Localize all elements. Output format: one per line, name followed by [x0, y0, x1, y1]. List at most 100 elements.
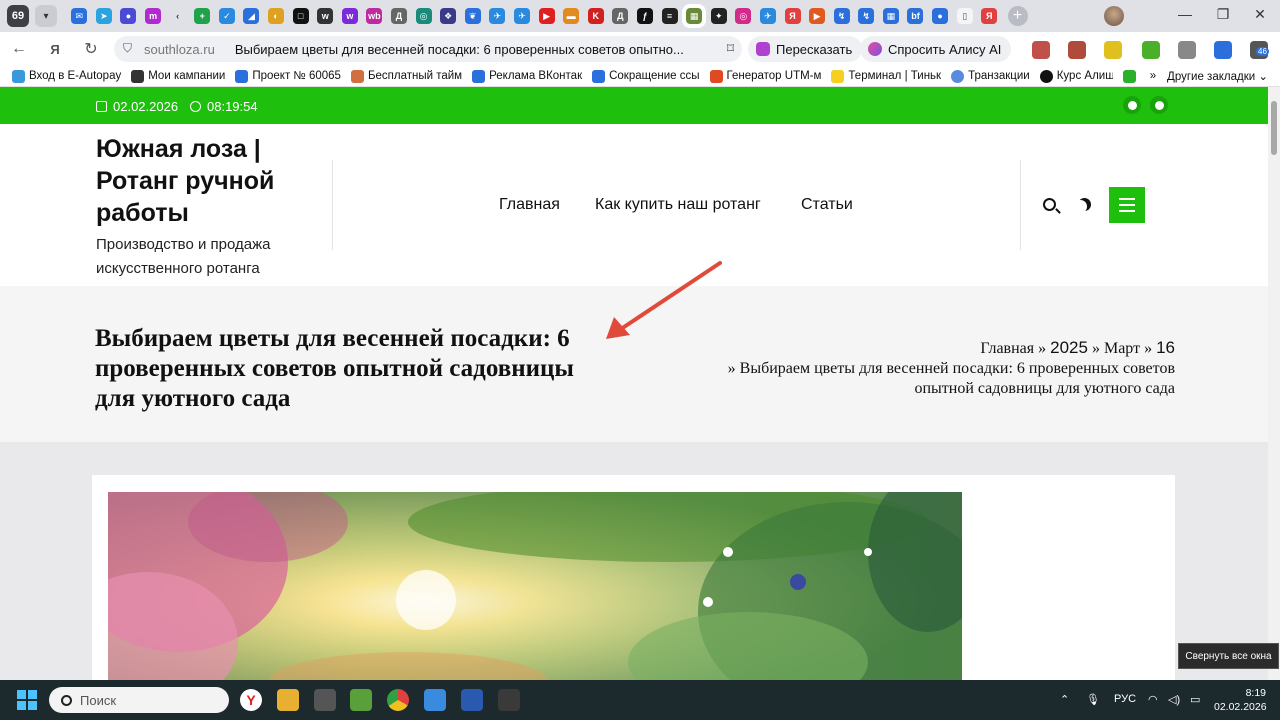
new-tab-icon[interactable]: + — [1007, 6, 1028, 26]
bookmark-item[interactable]: Мои кампании — [131, 69, 225, 83]
wifi-icon[interactable]: ◠ — [1148, 693, 1158, 706]
tab-app-icon[interactable]: ✈ — [489, 8, 506, 24]
tab-app-icon[interactable]: Д — [391, 8, 408, 24]
tab-app-icon[interactable]: ◐ — [268, 8, 285, 24]
tab-mail-icon[interactable]: ✉ — [71, 8, 88, 24]
word-icon[interactable] — [461, 689, 483, 711]
url-field[interactable]: ⛉ southloza.ru Выбираем цветы для весенн… — [114, 36, 742, 62]
tab-telegram-icon[interactable]: ➤ — [95, 8, 112, 24]
tab-youtube-icon[interactable]: ▶ — [538, 8, 555, 24]
shield-icon[interactable]: ⛉ — [123, 41, 132, 56]
tab-app-icon[interactable]: Д — [612, 8, 629, 24]
windows-start-icon[interactable] — [17, 690, 37, 710]
battery-icon[interactable]: ▭ — [1190, 693, 1200, 706]
breadcrumb-year[interactable]: 2025 — [1050, 338, 1088, 357]
back-icon[interactable]: ← — [6, 36, 32, 62]
whatsapp-icon[interactable] — [1150, 96, 1168, 114]
tab-app-icon[interactable]: bf — [907, 8, 924, 24]
tab-app-icon[interactable]: ▶ — [809, 8, 826, 24]
tab-app-icon[interactable]: □ — [292, 8, 309, 24]
volume-icon[interactable]: ◁) — [1168, 693, 1180, 706]
tab-counter[interactable]: 69 — [7, 5, 29, 27]
page-scrollbar[interactable] — [1268, 87, 1280, 680]
microphone-icon[interactable]: 🎙 — [1086, 693, 1100, 706]
tab-app-icon[interactable]: ❖ — [440, 8, 457, 24]
tab-app-icon[interactable]: ≡ — [661, 8, 678, 24]
breadcrumb-home[interactable]: Главная — [980, 340, 1034, 357]
reload-icon[interactable]: ↻ — [78, 36, 104, 62]
tab-yandex-icon[interactable]: Я — [981, 8, 998, 24]
tab-app-icon[interactable]: ✓ — [218, 8, 235, 24]
tab-app-icon[interactable]: ✈ — [759, 8, 776, 24]
tab-wb-icon[interactable]: wb — [366, 8, 383, 24]
tab-app-icon[interactable]: ƒ — [636, 8, 653, 24]
tab-app-icon[interactable]: ▦ — [882, 8, 899, 24]
download-extension-icon[interactable] — [1142, 41, 1160, 59]
tab-app-icon[interactable]: w — [341, 8, 358, 24]
menu-item-articles[interactable]: Статьи — [801, 196, 853, 214]
telegram-icon[interactable] — [1123, 96, 1141, 114]
bookmark-item[interactable]: Проект № 60065 — [235, 69, 341, 83]
app-icon[interactable] — [350, 689, 372, 711]
bookmark-item[interactable]: Генератор UTM-м — [709, 69, 821, 83]
tab-app-icon[interactable]: ◎ — [415, 8, 432, 24]
bookmark-item[interactable]: Бесплатный тайм — [350, 69, 462, 83]
language-indicator[interactable]: РУС — [1114, 693, 1136, 705]
tab-app-icon[interactable]: ● — [120, 8, 137, 24]
tab-doc-icon[interactable]: ▯ — [956, 8, 973, 24]
tab-active-icon[interactable]: ▦ — [682, 4, 707, 28]
chrome-icon[interactable] — [387, 689, 409, 711]
chevron-up-icon[interactable]: ⌃ — [1060, 693, 1069, 706]
tab-app-icon[interactable]: ◢ — [243, 8, 260, 24]
tab-app-icon[interactable]: w — [317, 8, 334, 24]
tab-yandex-icon[interactable]: Я — [784, 8, 801, 24]
tab-app-icon[interactable]: ● — [932, 8, 949, 24]
tab-instagram-icon[interactable]: ◎ — [735, 8, 752, 24]
bookmarks-more[interactable]: » — [1150, 70, 1156, 82]
restore-icon[interactable]: ❐ — [1213, 6, 1233, 23]
extension-icon[interactable] — [1178, 41, 1196, 59]
tab-app-icon[interactable]: ▬ — [563, 8, 580, 24]
menu-item-how-to-buy[interactable]: Как купить наш ротанг — [595, 196, 761, 214]
bookmark-item[interactable]: Вход в E-Autopay — [12, 69, 121, 83]
tab-app-icon[interactable]: K — [587, 8, 604, 24]
tab-back-icon[interactable]: ‹ — [169, 8, 186, 24]
bookmark-item[interactable] — [1122, 69, 1140, 83]
yandex-browser-icon[interactable]: Y — [240, 689, 262, 711]
tab-sheets-icon[interactable]: + — [194, 8, 211, 24]
tab-app-icon[interactable]: ↯ — [858, 8, 875, 24]
taskbar-search[interactable]: Поиск — [49, 687, 229, 713]
ask-alice-button[interactable]: Спросить Алису AI — [860, 36, 1012, 62]
extensions-menu-icon[interactable]: 46 — [1250, 41, 1269, 59]
site-title[interactable]: Южная лоза | Ротанг ручной работы — [96, 133, 306, 229]
file-explorer-icon[interactable] — [277, 689, 299, 711]
bookmark-item[interactable]: Терминал | Тиньк — [831, 69, 941, 83]
bookmark-item[interactable]: Курс Алиш — [1039, 69, 1113, 83]
tab-app-icon[interactable]: ↯ — [833, 8, 850, 24]
extension-icon[interactable] — [1068, 41, 1086, 59]
yandex-icon[interactable]: Я — [42, 36, 68, 62]
extension-icon[interactable] — [1214, 41, 1232, 59]
tab-app-icon[interactable]: ✦ — [710, 8, 727, 24]
tab-app-icon[interactable]: m — [145, 8, 162, 24]
percent-extension-icon[interactable] — [1104, 41, 1122, 59]
taskbar-clock[interactable]: 8:19 02.02.2026 — [1214, 686, 1267, 714]
extension-icon[interactable] — [1032, 41, 1050, 59]
bookmark-item[interactable]: Сокращение ссы — [592, 69, 700, 83]
breadcrumb-day[interactable]: 16 — [1156, 338, 1175, 357]
app-icon[interactable] — [498, 689, 520, 711]
search-icon[interactable] — [1043, 198, 1056, 211]
close-icon[interactable]: ✕ — [1250, 6, 1270, 23]
calculator-icon[interactable] — [314, 689, 336, 711]
hamburger-menu-button[interactable] — [1109, 187, 1145, 223]
bookmark-item[interactable]: Транзакции — [951, 69, 1030, 83]
other-bookmarks[interactable]: Другие закладки ⌄ — [1167, 69, 1268, 83]
notepad-icon[interactable] — [424, 689, 446, 711]
retell-button[interactable]: Пересказать — [748, 36, 863, 62]
bookmark-item[interactable]: Реклама ВКонтак — [472, 69, 582, 83]
tab-app-icon[interactable]: ✈ — [513, 8, 530, 24]
scrollbar-thumb[interactable] — [1271, 101, 1277, 155]
menu-item-home[interactable]: Главная — [499, 196, 560, 214]
tab-app-icon[interactable]: ❦ — [464, 8, 481, 24]
minimize-icon[interactable]: — — [1175, 6, 1195, 22]
